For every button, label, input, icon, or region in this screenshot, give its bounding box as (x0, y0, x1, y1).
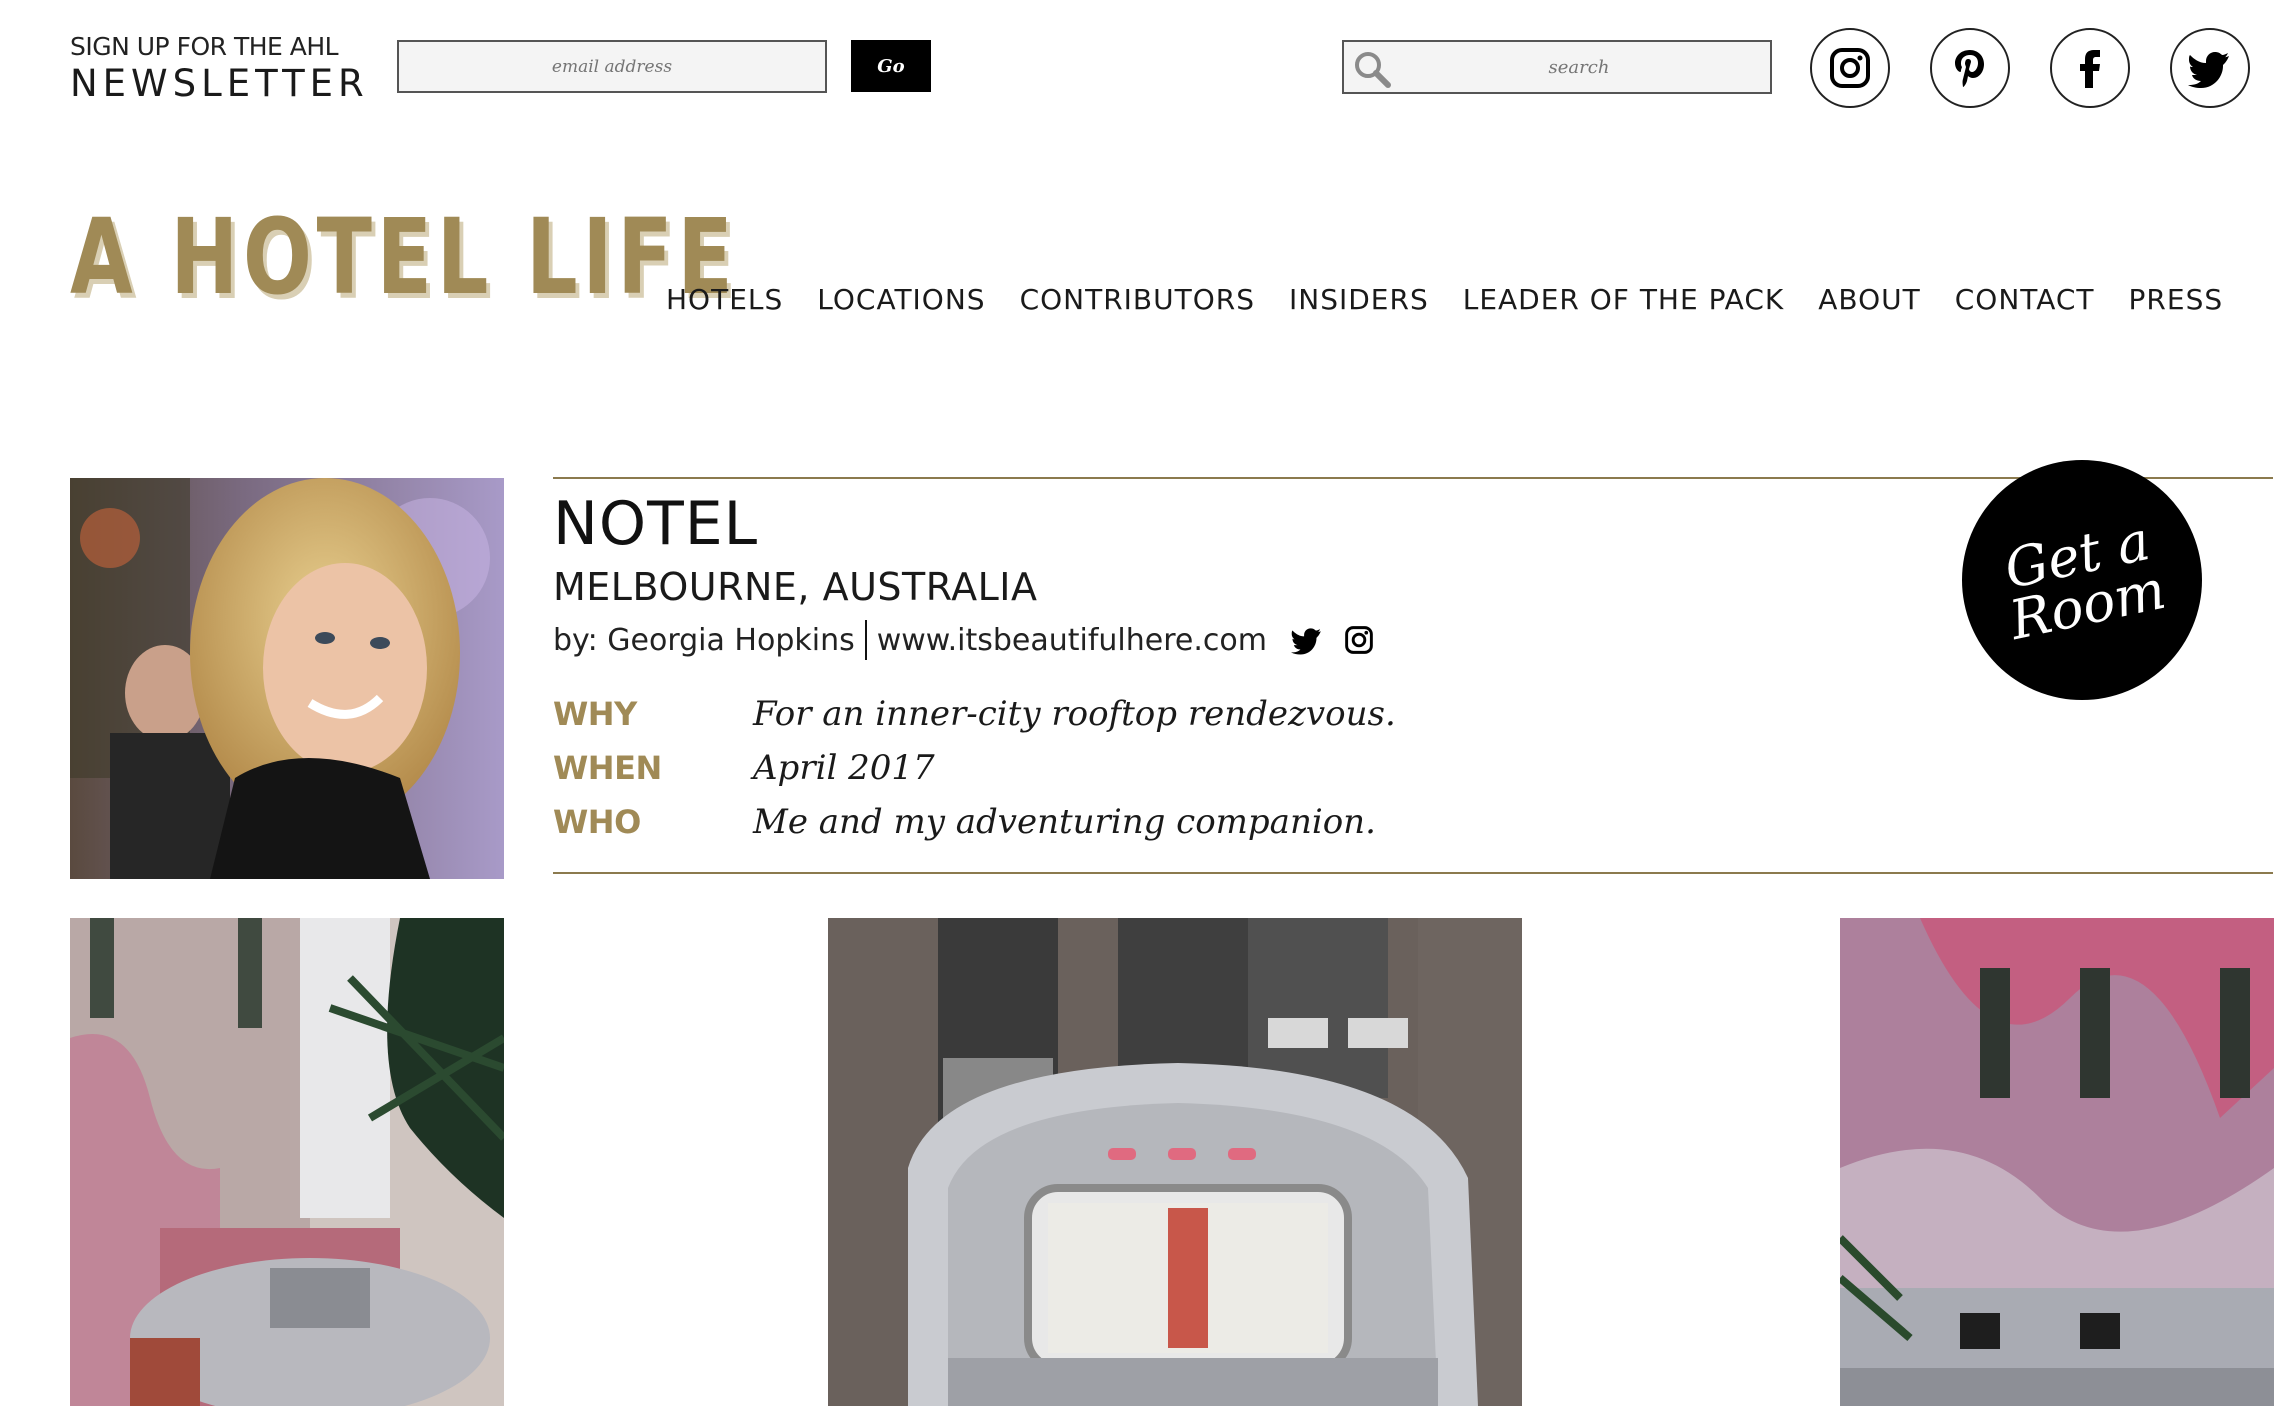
nav-insiders[interactable]: INSIDERS (1289, 283, 1429, 316)
twitter-link[interactable] (2170, 28, 2250, 108)
go-button[interactable]: Go (851, 40, 931, 92)
email-input[interactable] (397, 40, 827, 93)
newsletter-line2: NEWSLETTER (70, 62, 369, 105)
info-row-why: WHY For an inner-city rooftop rendezvous… (553, 694, 1396, 734)
nav-about[interactable]: ABOUT (1818, 283, 1921, 316)
pinterest-link[interactable] (1930, 28, 2010, 108)
nav-hotels[interactable]: HOTELS (666, 283, 783, 316)
gallery-image-2[interactable] (828, 918, 1522, 1406)
info-value: For an inner-city rooftop rendezvous. (753, 694, 1396, 734)
facebook-link[interactable] (2050, 28, 2130, 108)
nav-leader-of-the-pack[interactable]: LEADER OF THE PACK (1463, 283, 1785, 316)
instagram-link[interactable] (1810, 28, 1890, 108)
byline: by: Georgia Hopkins www.itsbeautifulhere… (553, 620, 1375, 660)
byline-divider (864, 620, 867, 660)
get-a-room-button[interactable]: Get a Room (1962, 460, 2202, 700)
pinterest-icon (1955, 50, 1984, 87)
search-input[interactable] (1394, 42, 1764, 92)
main-nav: HOTELS LOCATIONS CONTRIBUTORS INSIDERS L… (666, 283, 2257, 316)
info-key: WHEN (553, 749, 662, 787)
info-key: WHY (553, 695, 637, 733)
nav-contact[interactable]: CONTACT (1955, 283, 2095, 316)
info-row-when: WHEN April 2017 (553, 748, 935, 788)
contributor-photo (70, 478, 504, 879)
twitter-icon[interactable] (1290, 624, 1323, 656)
site-logo[interactable]: A HOTEL LIFE (70, 205, 737, 309)
search-icon (1355, 52, 1391, 88)
facebook-icon (2080, 50, 2100, 88)
hotel-location: MELBOURNE, AUSTRALIA (553, 565, 1038, 609)
instagram-icon[interactable] (1343, 624, 1375, 656)
hotel-name: NOTEL (553, 489, 759, 559)
author-name: by: Georgia Hopkins (553, 622, 855, 658)
nav-locations[interactable]: LOCATIONS (817, 283, 985, 316)
nav-press[interactable]: PRESS (2129, 283, 2224, 316)
search-box[interactable] (1342, 40, 1772, 94)
gallery-image-3[interactable] (1840, 918, 2274, 1406)
gallery-image-1[interactable] (70, 918, 504, 1406)
info-key: WHO (553, 803, 641, 841)
author-website-link[interactable]: www.itsbeautifulhere.com (877, 623, 1267, 658)
info-value: April 2017 (753, 748, 935, 788)
instagram-icon (1830, 48, 1870, 88)
newsletter-heading: SIGN UP FOR THE AHL NEWSLETTER (70, 34, 369, 102)
bottom-divider (553, 872, 2273, 874)
info-row-who: WHO Me and my adventuring companion. (553, 802, 1376, 842)
nav-contributors[interactable]: CONTRIBUTORS (1020, 283, 1255, 316)
twitter-icon (2188, 52, 2229, 88)
top-divider (553, 477, 2273, 479)
newsletter-line1: SIGN UP FOR THE AHL (70, 32, 339, 61)
info-value: Me and my adventuring companion. (753, 802, 1376, 842)
